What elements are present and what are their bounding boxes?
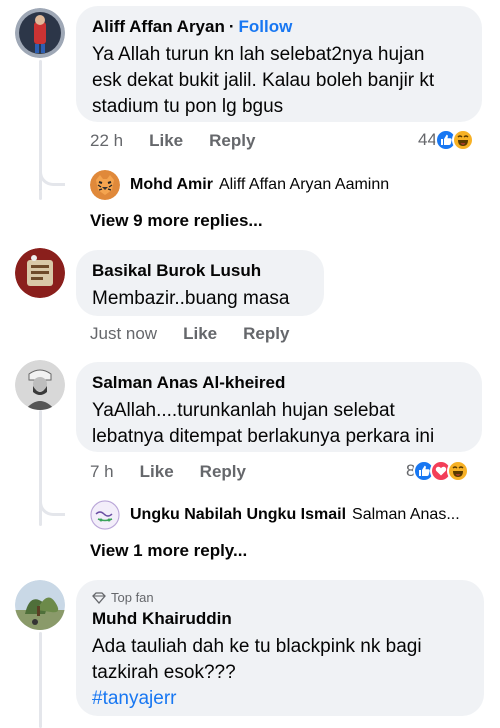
comment-text: Ya Allah turun kn lah selebat2nya hujan	[92, 44, 425, 65]
reply-button[interactable]: Reply	[243, 324, 289, 344]
reply-button[interactable]: Reply	[209, 131, 255, 151]
comment-actions: 22 h Like Reply	[90, 131, 281, 151]
reaction-summary[interactable]: 8	[406, 460, 470, 482]
comment-author[interactable]: Basikal Burok Lusuh	[92, 260, 308, 282]
top-fan-badge: Top fan	[92, 590, 468, 606]
comment-text: Ada tauliah dah ke tu blackpink nk bagi	[92, 636, 422, 657]
separator-dot: ·	[228, 17, 235, 36]
comment-time[interactable]: 22 h	[90, 131, 123, 151]
reaction-summary[interactable]: 44	[418, 129, 474, 151]
reply-author[interactable]: Mohd Amir	[130, 176, 213, 194]
avatar[interactable]	[15, 248, 65, 298]
diamond-icon	[92, 592, 106, 604]
follow-button[interactable]: Follow	[239, 17, 293, 36]
reply-author[interactable]: Ungku Nabilah Ungku Ismail	[130, 506, 346, 524]
reply-text: Aliff Affan Aryan Aaminn	[218, 176, 390, 193]
haha-icon	[451, 129, 474, 151]
comment-bubble: Aliff Affan Aryan · Follow Ya Allah turun …	[76, 6, 482, 122]
reply-text: Salman Anas...	[352, 506, 460, 523]
like-button[interactable]: Like	[183, 324, 217, 344]
comment-bubble: Salman Anas Al-kheired YaAllah....turunk…	[76, 362, 482, 452]
badge-label: Top fan	[111, 590, 154, 605]
hashtag-link[interactable]: #tanyajerr	[92, 686, 468, 712]
like-button[interactable]: Like	[140, 462, 174, 482]
avatar[interactable]	[90, 170, 120, 200]
view-more-replies[interactable]: View 1 more reply...	[90, 541, 247, 561]
comment-text: esk dekat bukit jalil. Kalau boleh banji…	[92, 70, 435, 91]
like-button[interactable]: Like	[149, 131, 183, 151]
comment-time[interactable]: Just now	[90, 324, 157, 344]
comment-text: YaAllah....turunkanlah hujan selebat	[92, 400, 395, 421]
reply-button[interactable]: Reply	[200, 462, 246, 482]
reply-preview[interactable]: Ungku Nabilah Ungku Ismail Salman Anas..…	[90, 500, 460, 530]
comment-author[interactable]: Muhd Khairuddin	[92, 608, 468, 630]
avatar[interactable]	[15, 580, 65, 630]
comment-text: stadium tu pon lg bgus	[92, 96, 284, 117]
thread-line	[39, 632, 42, 728]
view-more-replies[interactable]: View 9 more replies...	[90, 211, 263, 231]
comment-actions: Just now Like Reply	[90, 324, 315, 344]
haha-icon	[447, 460, 470, 482]
thread-connector	[39, 494, 65, 516]
comment-bubble: Top fan Muhd Khairuddin Ada tauliah dah …	[76, 580, 484, 716]
comment-author[interactable]: Aliff Affan Aryan	[92, 17, 225, 36]
comment-text: tazkirah esok???	[92, 662, 236, 683]
comment-bubble: Basikal Burok Lusuh Membazir..buang masa	[76, 250, 324, 316]
comment-actions: 7 h Like Reply	[90, 462, 272, 482]
comment-text: Membazir..buang masa	[92, 288, 290, 309]
avatar[interactable]	[90, 500, 120, 530]
comment-author[interactable]: Salman Anas Al-kheired	[92, 372, 466, 394]
reply-preview[interactable]: Mohd Amir Aliff Affan Aryan Aaminn	[90, 170, 389, 200]
avatar[interactable]	[15, 360, 65, 410]
comment-time[interactable]: 7 h	[90, 462, 114, 482]
thread-connector	[39, 164, 65, 186]
comment-text: lebatnya ditempat berlakunya perkara ini	[92, 426, 435, 447]
avatar[interactable]	[15, 8, 65, 58]
